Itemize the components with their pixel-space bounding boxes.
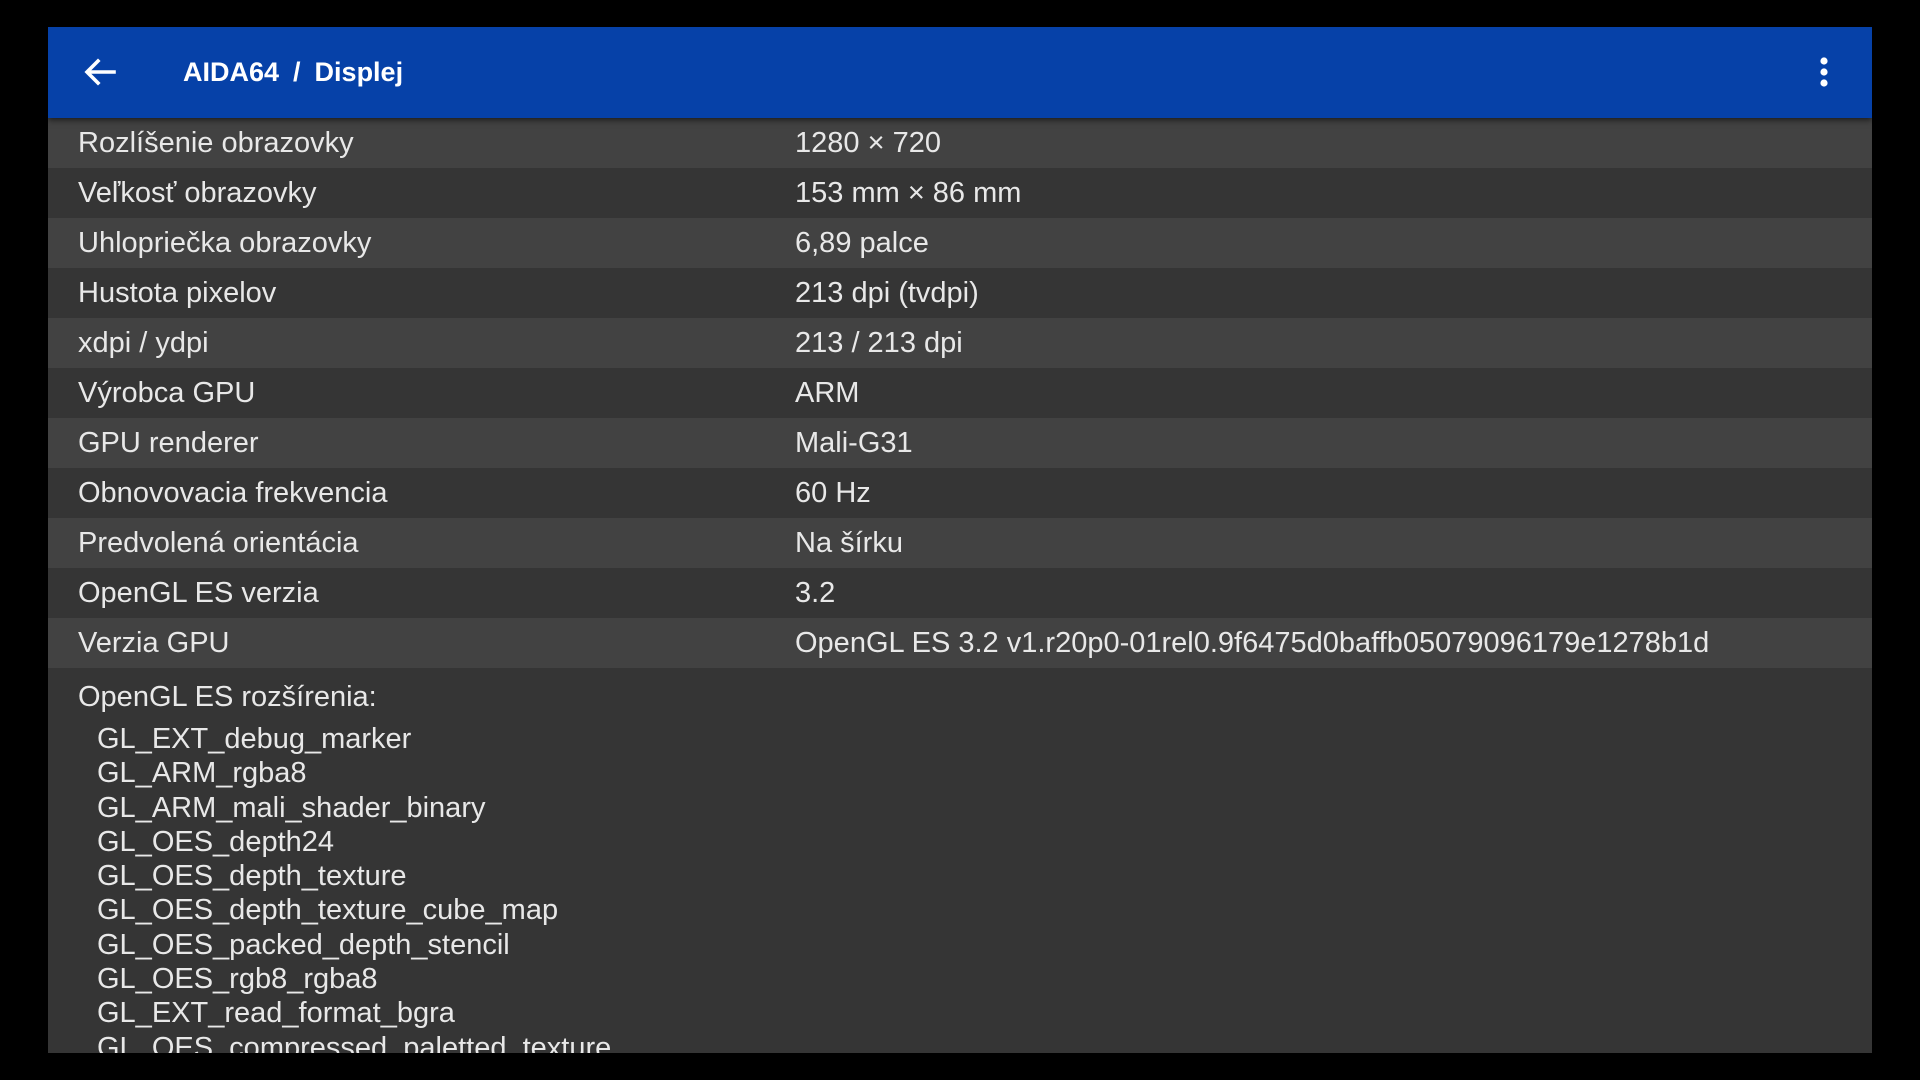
info-row-label: Verzia GPU xyxy=(78,627,230,659)
info-row[interactable]: Verzia GPU OpenGL ES 3.2 v1.r20p0-01rel0.… xyxy=(48,618,1872,668)
info-row-label: Predvolená orientácia xyxy=(78,527,359,559)
info-row-value: 3.2 xyxy=(795,577,836,609)
info-row-label: Hustota pixelov xyxy=(78,277,277,309)
extension-item: GL_OES_depth24 xyxy=(97,825,335,858)
breadcrumb-separator: / xyxy=(293,57,301,87)
info-row[interactable]: Predvolená orientácia Na šírku xyxy=(48,518,1872,568)
info-row-value: 213 dpi (tvdpi) xyxy=(795,277,979,309)
extension-item: GL_ARM_rgba8 xyxy=(97,757,307,790)
extension-item: GL_OES_compressed_paletted_texture xyxy=(97,1031,612,1053)
info-row-value: Mali-G31 xyxy=(795,427,913,459)
info-row-label: GPU renderer xyxy=(78,427,259,459)
info-row[interactable]: OpenGL ES verzia 3.2 xyxy=(48,568,1872,618)
info-row-value: 6,89 palce xyxy=(795,227,929,259)
extensions-list: GL_EXT_debug_marker GL_ARM_rgba8 GL_ARM_ma… xyxy=(48,722,1872,1053)
page-title: Displej xyxy=(314,57,404,87)
info-row-value: 153 mm × 86 mm xyxy=(795,177,1022,209)
info-row-value: Na šírku xyxy=(795,527,903,559)
info-row-label: Výrobca GPU xyxy=(78,377,256,409)
extension-item: GL_EXT_debug_marker xyxy=(97,723,412,755)
extension-item: GL_OES_packed_depth_stencil xyxy=(97,928,510,961)
info-row-value: OpenGL ES 3.2 v1.r20p0-01rel0.9f6475d0ba… xyxy=(795,627,1710,659)
extension-item: GL_EXT_read_format_bgra xyxy=(97,997,455,1030)
info-row-label: Obnovovacia frekvencia xyxy=(78,477,388,509)
back-button[interactable] xyxy=(78,50,122,94)
extension-item: GL_OES_depth_texture_cube_map xyxy=(97,894,559,927)
info-row-label: Rozlíšenie obrazovky xyxy=(78,127,354,159)
extension-item: GL_OES_rgb8_rgba8 xyxy=(97,963,378,996)
info-row-value: 213 / 213 dpi xyxy=(795,327,963,359)
app-screen: AIDA64 / Displej Rozlíšenie obrazovky 1280 … xyxy=(48,27,1872,1053)
info-row[interactable]: xdpi / ydpi 213 / 213 dpi xyxy=(48,318,1872,368)
opengl-extensions-section: OpenGL ES rozšírenia: GL_EXT_debug_marke… xyxy=(48,668,1872,1053)
overflow-menu-button[interactable] xyxy=(1802,50,1846,94)
info-row-label: Uhlopriečka obrazovky xyxy=(78,227,372,259)
info-row-value: 1280 × 720 xyxy=(795,127,941,159)
info-row[interactable]: Hustota pixelov 213 dpi (tvdpi) xyxy=(48,268,1872,318)
info-row[interactable]: GPU renderer Mali-G31 xyxy=(48,418,1872,468)
display-info-list[interactable]: Rozlíšenie obrazovky 1280 × 720 Veľkosť ob… xyxy=(48,118,1872,1053)
extensions-title: OpenGL ES rozšírenia: xyxy=(78,681,377,713)
extension-item: GL_ARM_mali_shader_binary xyxy=(97,791,486,824)
more-vertical-icon xyxy=(1820,57,1828,87)
info-row-value: 60 Hz xyxy=(795,477,871,509)
info-row-label: xdpi / ydpi xyxy=(78,327,209,359)
info-rows: Rozlíšenie obrazovky 1280 × 720 Veľkosť ob… xyxy=(48,118,1872,668)
info-row-label: Veľkosť obrazovky xyxy=(78,177,317,209)
info-row-value: ARM xyxy=(795,377,860,409)
arrow-left-icon xyxy=(84,58,116,86)
info-row[interactable]: Obnovovacia frekvencia 60 Hz xyxy=(48,468,1872,518)
app-bar: AIDA64 / Displej xyxy=(48,27,1872,118)
info-row-label: OpenGL ES verzia xyxy=(78,577,319,609)
info-row[interactable]: Rozlíšenie obrazovky 1280 × 720 xyxy=(48,118,1872,168)
info-row[interactable]: Veľkosť obrazovky 153 mm × 86 mm xyxy=(48,168,1872,218)
extension-item: GL_OES_depth_texture xyxy=(97,860,407,893)
app-name: AIDA64 xyxy=(183,57,280,87)
info-row[interactable]: Uhlopriečka obrazovky 6,89 palce xyxy=(48,218,1872,268)
info-row[interactable]: Výrobca GPU ARM xyxy=(48,368,1872,418)
breadcrumb: AIDA64 / Displej xyxy=(183,27,403,118)
